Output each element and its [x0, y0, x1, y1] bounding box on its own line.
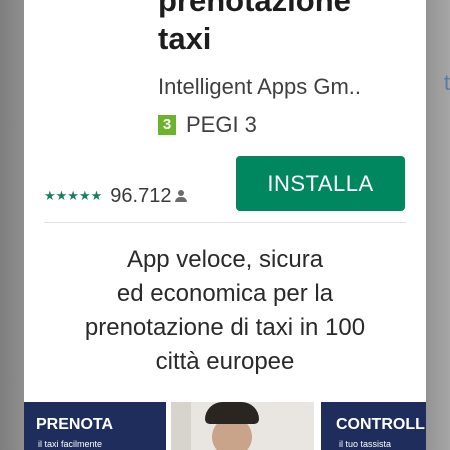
screenshot-subtitle: il taxi facilmente — [38, 439, 103, 449]
app-title-line: prenotazione — [158, 0, 351, 18]
background-left — [0, 0, 24, 450]
background-right: t — [424, 0, 450, 450]
star-rating-icon: ★★★★★ — [44, 188, 103, 203]
app-details-card: prenotazione taxi Intelligent Apps Gm.. … — [24, 0, 426, 450]
description-line: città europee — [155, 348, 295, 375]
app-title-line: taxi — [158, 21, 212, 56]
person-photo-hair — [205, 402, 259, 424]
description-line: ed economica per la — [116, 280, 334, 307]
pegi-label: PEGI 3 — [186, 112, 257, 137]
app-description: App veloce, sicura ed economica per la p… — [24, 243, 426, 379]
screenshot-thumbnail[interactable]: PRENOTA il taxi facilmente — [24, 402, 166, 450]
pegi-icon: 3 — [158, 115, 176, 135]
developer-link[interactable]: Intelligent Apps Gm.. — [158, 74, 361, 100]
description-line: App veloce, sicura — [126, 246, 324, 273]
rating-count: 96.712 — [110, 184, 172, 207]
app-title: prenotazione taxi — [158, 0, 351, 58]
divider — [44, 222, 406, 223]
person-icon — [175, 189, 188, 203]
screenshot-subtitle: il tuo tassista — [339, 439, 392, 449]
screenshot-thumbnail[interactable] — [171, 402, 314, 450]
rating-summary[interactable]: ★★★★★ 96.712 — [44, 184, 188, 207]
background-right-text: t — [443, 70, 450, 95]
content-rating: 3 PEGI 3 — [158, 112, 257, 138]
photo-background — [171, 402, 191, 450]
screenshot-thumbnail[interactable]: CONTROLL il tuo tassista — [321, 402, 426, 450]
install-button[interactable]: INSTALLA — [236, 156, 405, 211]
screenshot-title: CONTROLL — [336, 416, 425, 433]
screenshot-carousel[interactable]: PRENOTA il taxi facilmente CONTROLL il t… — [24, 402, 426, 450]
screenshot-title: PRENOTA — [36, 416, 114, 433]
description-line: prenotazione di taxi in 100 — [84, 314, 366, 341]
